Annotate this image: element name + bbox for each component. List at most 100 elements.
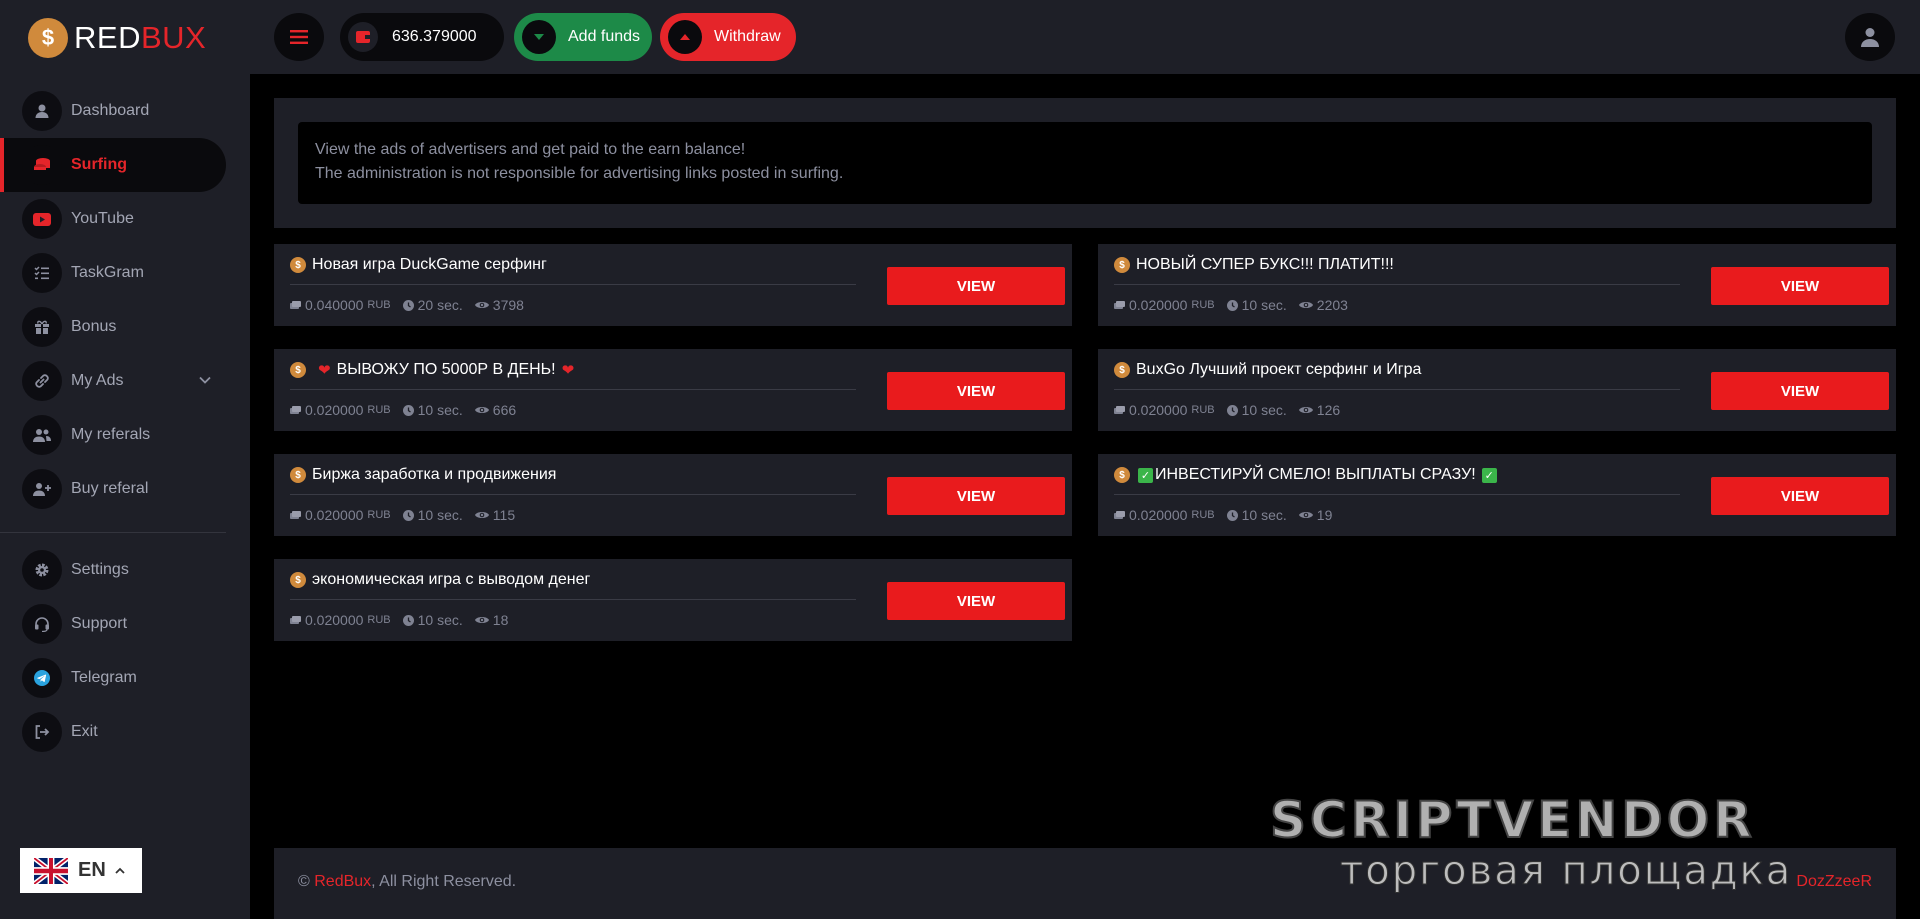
author-credit[interactable]: DozZzeeR [1796, 873, 1872, 891]
ad-card: $ ❤ ВЫВОЖУ ПО 5000Р В ДЕНЬ! ❤ 0.020000 RU… [274, 349, 1072, 431]
ad-card: $ Биржа заработка и продвижения 0.020000… [274, 454, 1072, 536]
ad-meta: 0.020000 RUB 10 sec. 126 [1114, 402, 1352, 418]
add-funds-button[interactable]: Add funds [514, 13, 652, 61]
ad-title-text: ВЫВОЖУ ПО 5000Р В ДЕНЬ! [336, 361, 556, 378]
chevron-down-icon[interactable] [198, 373, 212, 392]
heart-icon: ❤ [318, 362, 331, 379]
menu-toggle-button[interactable] [274, 13, 324, 61]
ad-views-value: 3798 [492, 297, 524, 313]
eye-icon [1298, 302, 1313, 308]
tasks-icon [22, 253, 62, 293]
site-link[interactable]: RedBux [314, 873, 371, 890]
ad-views-value: 19 [1316, 507, 1333, 523]
ad-views: 3798 [474, 297, 524, 313]
view-ad-button[interactable]: VIEW [1711, 477, 1889, 515]
ad-duration: 10 sec. [402, 507, 463, 523]
sidebar-item-youtube[interactable]: YouTube [0, 192, 250, 246]
chevron-up-icon [115, 867, 125, 874]
ad-price-value: 0.020000 [1129, 297, 1188, 313]
balance-value: 636.379000 [392, 28, 477, 45]
sidebar-item-surfing[interactable]: Surfing [0, 138, 226, 192]
info-text-line-2: The administration is not responsible fo… [315, 165, 844, 182]
arrow-up-icon [668, 20, 702, 54]
ad-title-text: Новая игра DuckGame серфинг [312, 256, 547, 273]
sidebar-item-telegram[interactable]: Telegram [0, 651, 250, 705]
exit-icon [22, 712, 62, 752]
user-plus-icon [22, 469, 62, 509]
sidebar-item-taskgram[interactable]: TaskGram [0, 246, 250, 300]
telegram-icon [22, 658, 62, 698]
ad-price-value: 0.020000 [1129, 507, 1188, 523]
ad-duration-value: 10 sec. [417, 612, 463, 628]
ad-duration: 20 sec. [402, 297, 463, 313]
view-ad-button[interactable]: VIEW [1711, 267, 1889, 305]
sidebar-item-dashboard[interactable]: Dashboard [0, 84, 250, 138]
ad-duration: 10 sec. [402, 612, 463, 628]
view-ad-button[interactable]: VIEW [887, 477, 1065, 515]
ad-views-value: 18 [492, 612, 509, 628]
ad-views: 18 [474, 612, 509, 628]
gift-icon [22, 307, 62, 347]
ad-price: 0.040000 RUB [290, 297, 391, 313]
view-ad-button[interactable]: VIEW [887, 372, 1065, 410]
sidebar-item-my-ads[interactable]: My Ads [0, 354, 250, 408]
hamburger-icon [290, 30, 308, 44]
eye-icon [474, 302, 489, 308]
brand-logo[interactable]: $ REDBUX [28, 16, 206, 60]
coin-icon: $ [1114, 467, 1130, 483]
ad-title: $ ✓ ИНВЕСТИРУЙ СМЕЛО! ВЫПЛАТЫ СРАЗУ! ✓ [1114, 466, 1499, 484]
withdraw-button[interactable]: Withdraw [660, 13, 796, 61]
ad-title: $ НОВЫЙ СУПЕР БУКС!!! ПЛАТИТ!!! [1114, 256, 1394, 274]
ad-divider [1114, 284, 1680, 285]
language-selector[interactable]: EN [20, 848, 142, 893]
view-ad-button[interactable]: VIEW [1711, 372, 1889, 410]
copyright-symbol: © [298, 873, 310, 890]
brand-name: REDBUX [74, 20, 206, 56]
ad-price: 0.020000 RUB [1114, 507, 1215, 523]
sidebar-divider [0, 532, 226, 533]
ad-title-text: BuxGo Лучший проект серфинг и Игра [1136, 361, 1422, 378]
sidebar-item-my-referals[interactable]: My referals [0, 408, 250, 462]
headset-icon [22, 604, 62, 644]
view-ad-button[interactable]: VIEW [887, 267, 1065, 305]
clock-icon [402, 614, 414, 626]
clock-icon [402, 299, 414, 311]
user-profile-button[interactable] [1845, 13, 1895, 61]
ad-currency: RUB [367, 299, 391, 311]
brand-name-bux-part: BUX [140, 20, 207, 55]
money-icon [290, 510, 301, 519]
clock-icon [1226, 404, 1238, 416]
sidebar-item-label: Bonus [71, 318, 117, 335]
ad-title: $ экономическая игра с выводом денег [290, 571, 590, 589]
ad-price-value: 0.020000 [305, 402, 364, 418]
ad-views: 126 [1298, 402, 1340, 418]
ad-duration-value: 10 sec. [1241, 507, 1287, 523]
ad-title-text: ИНВЕСТИРУЙ СМЕЛО! ВЫПЛАТЫ СРАЗУ! [1155, 466, 1476, 483]
coin-icon: $ [290, 362, 306, 378]
money-icon [1114, 405, 1125, 414]
view-ad-button[interactable]: VIEW [887, 582, 1065, 620]
clock-icon [402, 404, 414, 416]
info-text-line-1: View the ads of advertisers and get paid… [315, 141, 746, 158]
sidebar-item-support[interactable]: Support [0, 597, 250, 651]
sidebar-nav: Dashboard Surfing YouTube TaskGram Bonus… [0, 84, 250, 759]
sidebar-item-settings[interactable]: Settings [0, 543, 250, 597]
ad-views: 2203 [1298, 297, 1348, 313]
user-avatar-icon [1861, 28, 1879, 47]
sidebar-item-buy-referal[interactable]: Buy referal [0, 462, 250, 516]
ad-currency: RUB [1191, 404, 1215, 416]
ad-divider [290, 599, 856, 600]
ad-views-value: 666 [492, 402, 517, 418]
ad-views: 666 [474, 402, 517, 418]
sidebar-item-exit[interactable]: Exit [0, 705, 250, 759]
ad-card: $ экономическая игра с выводом денег 0.0… [274, 559, 1072, 641]
sidebar: $ REDBUX Dashboard Surfing YouTube TaskG… [0, 0, 250, 919]
user-icon [22, 91, 62, 131]
ad-meta: 0.040000 RUB 20 sec. 3798 [290, 297, 536, 313]
ad-duration-value: 10 sec. [1241, 402, 1287, 418]
sidebar-item-bonus[interactable]: Bonus [0, 300, 250, 354]
sidebar-item-label: Surfing [71, 156, 127, 173]
ad-price: 0.020000 RUB [1114, 402, 1215, 418]
money-icon [290, 300, 301, 309]
coins-icon [22, 145, 62, 185]
